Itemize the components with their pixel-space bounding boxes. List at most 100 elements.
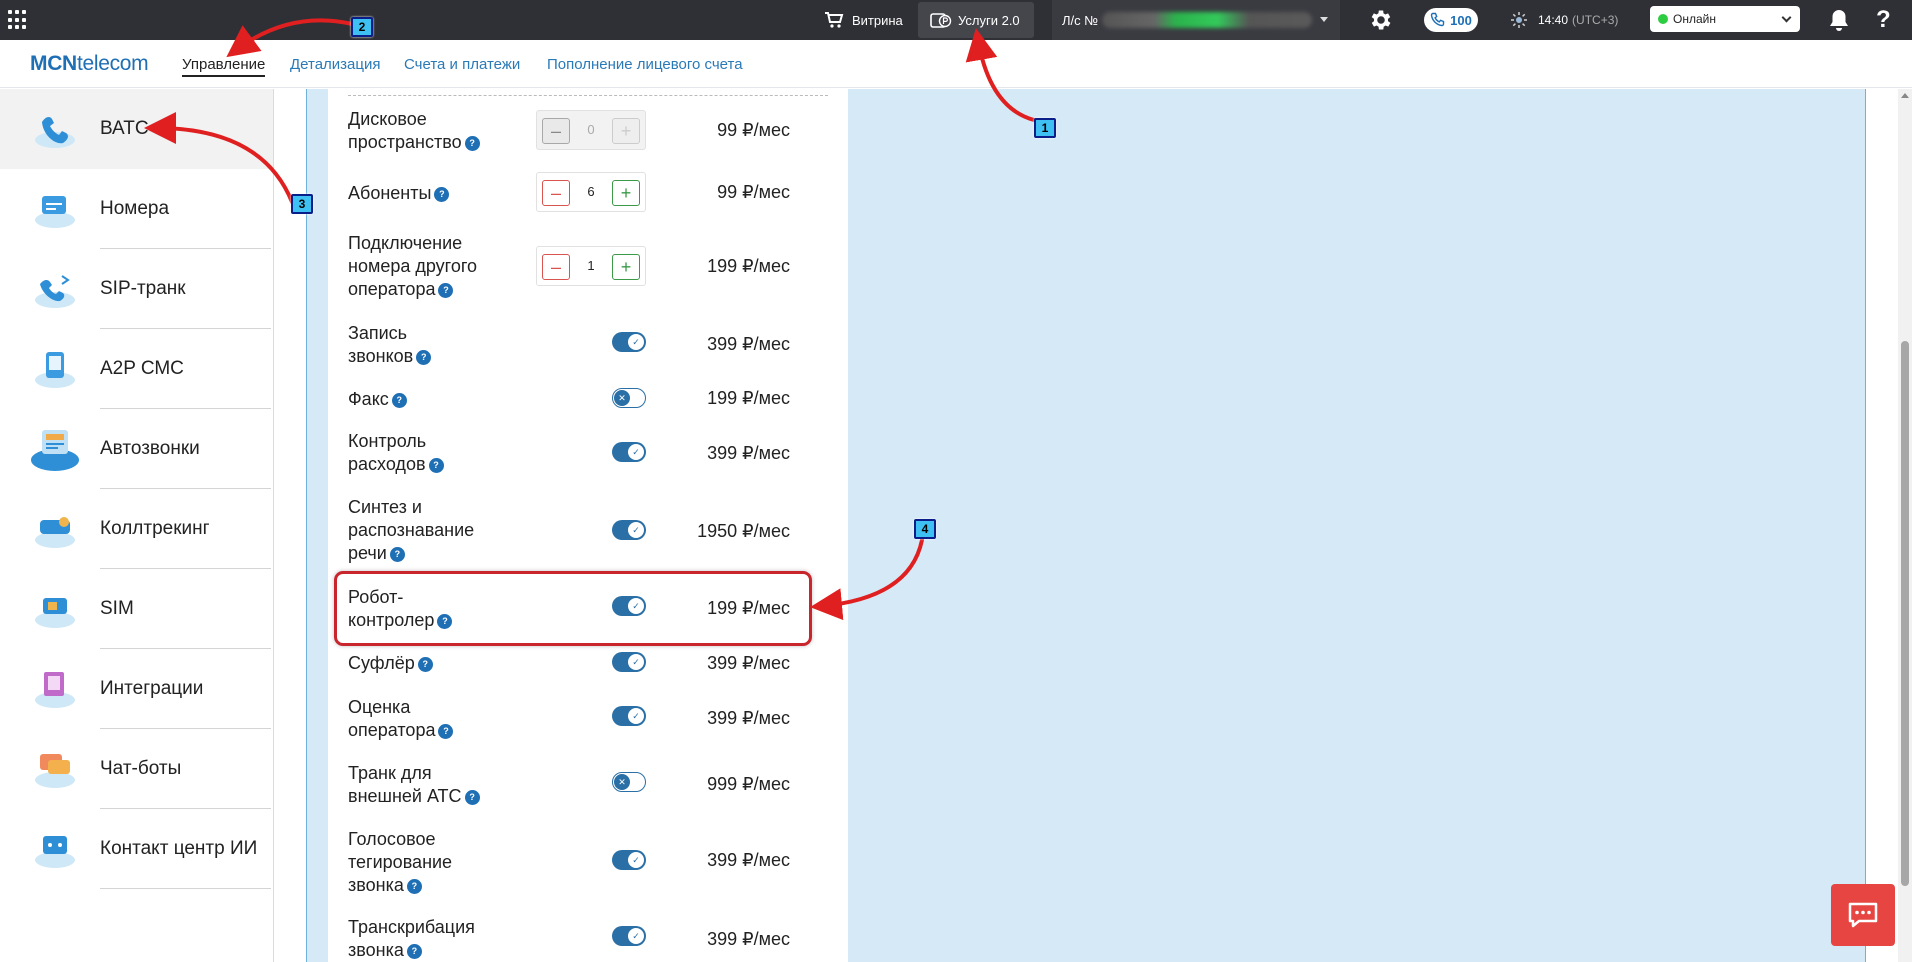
sidebar-item-autocalls[interactable]: Автозвонки xyxy=(0,409,273,489)
sun-icon xyxy=(1511,12,1527,28)
mcn-logo[interactable]: MCNtelecom xyxy=(30,52,149,76)
minus-button[interactable]: – xyxy=(542,118,570,144)
minus-button[interactable]: – xyxy=(542,254,570,280)
help-icon[interactable]: ? xyxy=(417,657,433,672)
help-icon[interactable]: ? xyxy=(389,547,405,562)
settings-button[interactable] xyxy=(1368,0,1394,40)
help-icon[interactable]: ? xyxy=(406,879,422,894)
option-name: Контроль расходов? xyxy=(348,430,444,476)
chevron-down-icon xyxy=(1781,12,1792,23)
nav-detalizaciya[interactable]: Детализация xyxy=(290,56,381,73)
option-row-fax: Факс? ✕ 199 ₽/мес xyxy=(348,386,808,412)
other-operator-stepper[interactable]: – 1 + xyxy=(536,246,646,286)
scroll-up-arrow-icon[interactable] xyxy=(1901,93,1909,98)
external-pbx-trunk-toggle[interactable]: ✕ xyxy=(612,772,646,792)
sidebar-item-sip-trunk[interactable]: SIP-транк xyxy=(0,249,273,329)
voice-tagging-toggle[interactable]: ✓ xyxy=(612,850,646,870)
option-name: Дисковое пространство? xyxy=(348,108,480,154)
numbers-icon xyxy=(35,196,75,228)
help-icon[interactable]: ? xyxy=(406,944,422,959)
app-root: Витрина Услуги 2.0 Л/с № 100 14:40 (UTC+… xyxy=(0,0,1912,962)
option-name: Голосовое тегирование звонка? xyxy=(348,828,452,897)
sidebar-item-chatbots[interactable]: Чат-боты xyxy=(0,729,273,809)
check-icon: ✓ xyxy=(628,444,644,460)
plus-button[interactable]: + xyxy=(612,118,640,144)
sidebar-item-calltracking[interactable]: Коллтрекинг xyxy=(0,489,273,569)
subscribers-stepper[interactable]: – 6 + xyxy=(536,172,646,212)
vitrina-link[interactable]: Витрина xyxy=(824,0,903,40)
option-name-line: Транскрибация xyxy=(348,917,475,937)
speech-synthesis-toggle[interactable]: ✓ xyxy=(612,520,646,540)
option-row-voice-tagging: Голосовое тегирование звонка? ✓ 399 ₽/мес xyxy=(348,828,808,898)
nav-upravlenie[interactable]: Управление xyxy=(182,56,266,77)
calls-counter[interactable]: 100 xyxy=(1424,8,1478,32)
time-value: 14:40 xyxy=(1538,13,1569,27)
option-price: 399 ₽/мес xyxy=(707,653,790,673)
help-icon[interactable]: ? xyxy=(438,724,454,739)
logo-rest: telecom xyxy=(76,52,149,75)
option-price: 399 ₽/мес xyxy=(707,443,790,463)
option-row-external-pbx-trunk: Транк для внешней АТС? ✕ 999 ₽/мес xyxy=(348,762,808,808)
transcription-toggle[interactable]: ✓ xyxy=(612,926,646,946)
nav-scheta[interactable]: Счета и платежи xyxy=(404,56,520,73)
minus-button[interactable]: – xyxy=(542,180,570,206)
autocalls-icon xyxy=(31,430,79,471)
option-name: Абоненты? xyxy=(348,182,450,205)
scroll-thumb[interactable] xyxy=(1901,341,1909,886)
help-icon[interactable]: ? xyxy=(464,790,480,805)
operator-rating-toggle[interactable]: ✓ xyxy=(612,706,646,726)
sidebar-item-vats[interactable]: ВАТС xyxy=(0,89,273,169)
help-icon[interactable]: ? xyxy=(416,350,432,365)
sidebar-item-label: Коллтрекинг xyxy=(100,518,210,539)
account-selector[interactable]: Л/с № xyxy=(1052,0,1340,40)
help-icon[interactable]: ? xyxy=(391,393,407,408)
uslugi-button[interactable]: Услуги 2.0 xyxy=(918,2,1034,38)
option-price: 999 ₽/мес xyxy=(707,774,790,794)
option-name-line: оператора xyxy=(348,720,436,740)
clock: 14:40 (UTC+3) xyxy=(1510,0,1618,40)
fax-toggle[interactable]: ✕ xyxy=(612,388,646,408)
sidebar-item-label: SIP-транк xyxy=(100,278,186,299)
notifications-button[interactable] xyxy=(1828,0,1850,40)
help-icon[interactable]: ? xyxy=(428,458,444,473)
page-scrollbar[interactable] xyxy=(1898,89,1912,962)
help-icon[interactable]: ? xyxy=(464,136,480,151)
chat-support-button[interactable] xyxy=(1831,884,1895,946)
sidebar-item-a2p-sms[interactable]: A2P СМС xyxy=(0,329,273,409)
disk-stepper[interactable]: – 0 + xyxy=(536,110,646,150)
option-row-transcription: Транскрибация звонка? ✓ 399 ₽/мес xyxy=(348,916,808,962)
divider xyxy=(100,888,271,889)
apps-grid-icon[interactable] xyxy=(8,10,28,30)
sidebar-item-ai-contact-center[interactable]: Контакт центр ИИ xyxy=(0,809,273,889)
plus-button[interactable]: + xyxy=(612,254,640,280)
status-value: Онлайн xyxy=(1673,12,1716,26)
help-icon[interactable]: ? xyxy=(434,187,450,202)
option-name: Оценка оператора? xyxy=(348,696,454,742)
sidebar-item-label: ВАТС xyxy=(100,118,149,139)
prompter-toggle[interactable]: ✓ xyxy=(612,652,646,672)
top-bar: Витрина Услуги 2.0 Л/с № 100 14:40 (UTC+… xyxy=(0,0,1912,40)
option-name-line: Контроль xyxy=(348,431,427,451)
option-name-line: номера другого xyxy=(348,256,478,276)
option-price: 199 ₽/мес xyxy=(707,256,790,276)
nav-popolnenie[interactable]: Пополнение лицевого счета xyxy=(547,56,743,73)
help-label: ? xyxy=(1876,6,1891,33)
nav-bar: MCNtelecom Управление Детализация Счета … xyxy=(0,40,1912,88)
option-row-operator-rating: Оценка оператора? ✓ 399 ₽/мес xyxy=(348,696,808,742)
option-name-line: звонков xyxy=(348,346,414,366)
call-recording-toggle[interactable]: ✓ xyxy=(612,332,646,352)
status-select[interactable]: Онлайн xyxy=(1650,6,1800,32)
sidebar-item-sim[interactable]: SIM xyxy=(0,569,273,649)
option-name-line: Дисковое xyxy=(348,109,427,129)
annotation-badge-2: 2 xyxy=(351,17,373,37)
sidebar-item-integrations[interactable]: Интеграции xyxy=(0,649,273,729)
expense-control-toggle[interactable]: ✓ xyxy=(612,442,646,462)
help-icon[interactable]: ? xyxy=(438,283,454,298)
help-button[interactable]: ? xyxy=(1876,0,1891,40)
sip-trunk-icon xyxy=(35,275,75,308)
services-icon xyxy=(930,13,952,28)
sidebar-item-numbers[interactable]: Номера xyxy=(0,169,273,249)
plus-button[interactable]: + xyxy=(612,180,640,206)
check-icon: ✓ xyxy=(628,928,644,944)
check-icon: ✓ xyxy=(628,334,644,350)
